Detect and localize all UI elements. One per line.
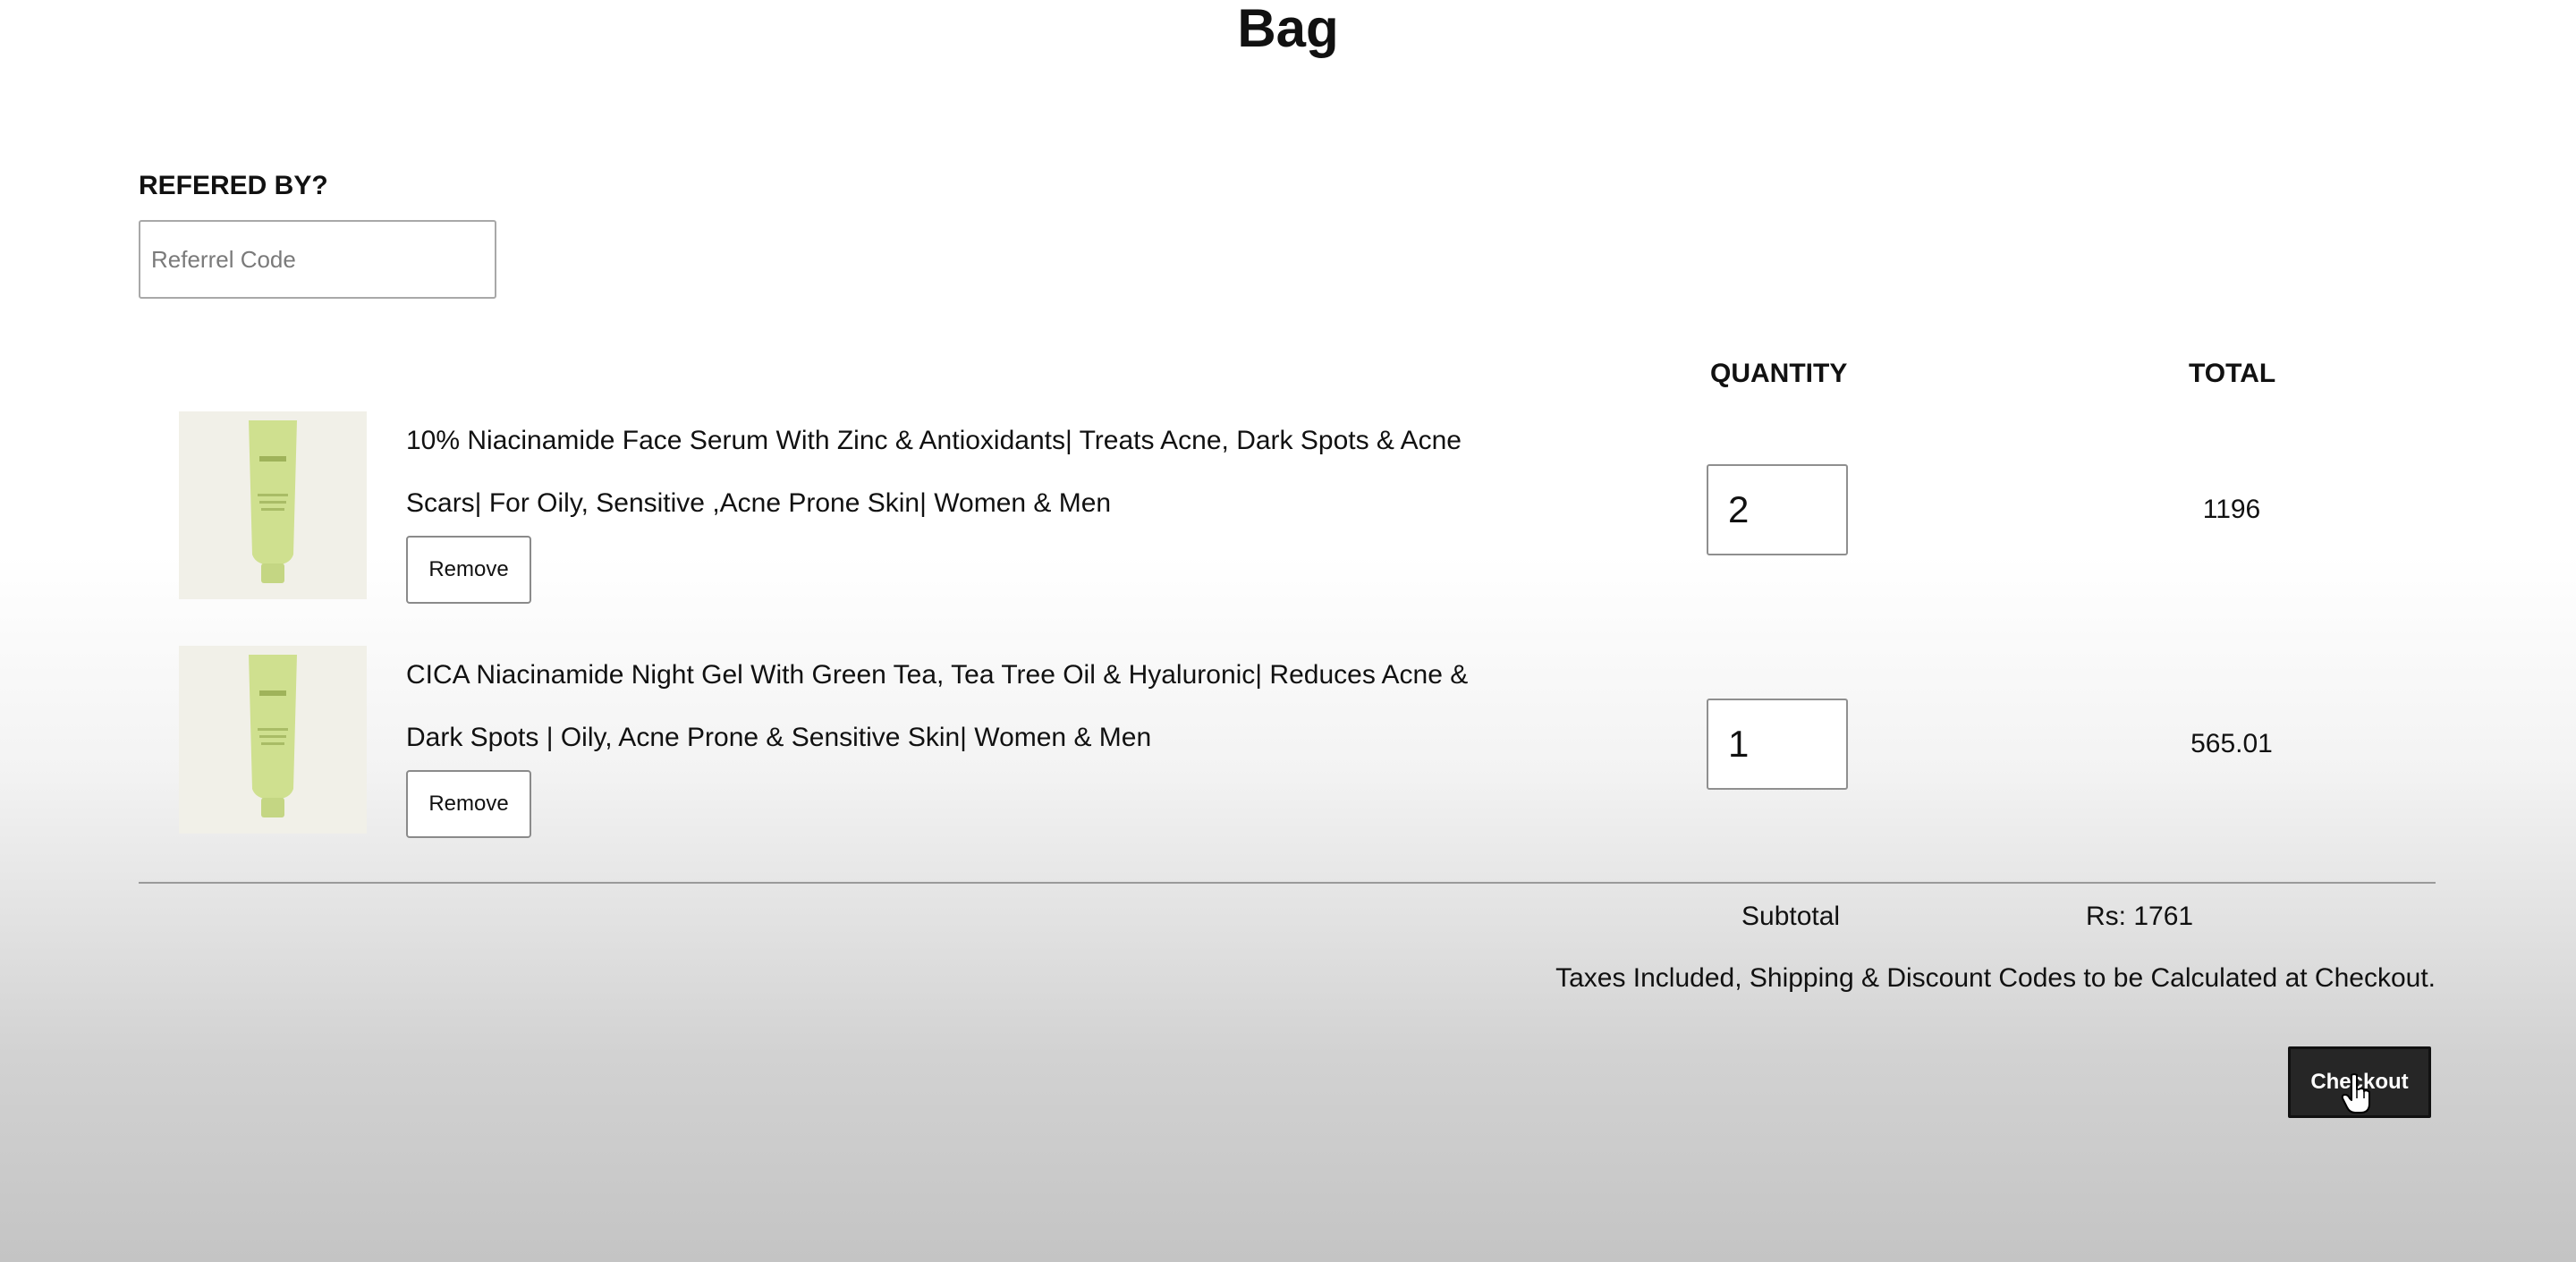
cart-item-row: CICA Niacinamide Night Gel With Green Te… <box>0 644 2576 838</box>
quantity-column-header: QUANTITY <box>1710 359 1848 388</box>
total-column-header: TOTAL <box>2189 359 2276 388</box>
checkout-button[interactable]: Checkout <box>2288 1046 2431 1118</box>
summary-divider <box>139 882 2436 884</box>
referral-code-input[interactable] <box>139 220 496 299</box>
product-image[interactable] <box>179 646 367 834</box>
quantity-input[interactable] <box>1707 699 1848 790</box>
quantity-input[interactable] <box>1707 464 1848 555</box>
remove-button[interactable]: Remove <box>406 770 531 838</box>
referral-label: REFERED BY? <box>139 171 328 200</box>
product-tube-icon <box>249 655 297 817</box>
product-tube-icon <box>249 420 297 583</box>
product-title[interactable]: 10% Niacinamide Face Serum With Zinc & A… <box>406 410 1479 535</box>
line-total: 1196 <box>2202 495 2261 524</box>
product-image[interactable] <box>179 411 367 599</box>
tax-note: Taxes Included, Shipping & Discount Code… <box>1555 963 2436 993</box>
subtotal-label: Subtotal <box>1741 902 1841 931</box>
line-total: 565.01 <box>2190 729 2273 758</box>
cart-item-row: 10% Niacinamide Face Serum With Zinc & A… <box>0 410 2576 604</box>
subtotal-value: Rs: 1761 <box>2086 902 2194 931</box>
remove-button[interactable]: Remove <box>406 536 531 604</box>
product-title[interactable]: CICA Niacinamide Night Gel With Green Te… <box>406 644 1479 769</box>
page-title: Bag <box>1237 0 1339 58</box>
